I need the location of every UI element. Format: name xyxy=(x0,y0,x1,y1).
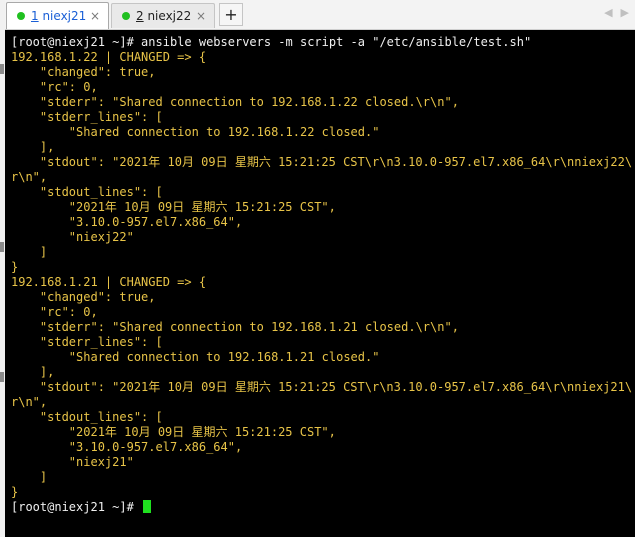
output-line: } xyxy=(11,260,19,274)
terminal-prompt-line[interactable]: [root@niexj21 ~]# xyxy=(11,500,635,515)
output-line: r\n", xyxy=(11,395,48,409)
output-line: r\n", xyxy=(11,170,48,184)
output-line: ], xyxy=(11,140,55,154)
output-line: "niexj22" xyxy=(11,230,134,244)
edge-fragment xyxy=(0,372,4,382)
new-tab-button[interactable]: + xyxy=(219,3,243,26)
close-tab-icon[interactable]: × xyxy=(88,9,102,23)
tab-scroll-controls: ◀ ▶ xyxy=(604,6,629,19)
output-line: "stdout": "2021年 10月 09日 星期六 15:21:25 CS… xyxy=(11,155,633,169)
terminal-lines: [root@niexj21 ~]# ansible webservers -m … xyxy=(11,35,635,500)
output-line: } xyxy=(11,485,19,499)
edge-fragment xyxy=(0,64,4,74)
scroll-tabs-right-icon[interactable]: ▶ xyxy=(621,6,629,19)
output-line: "stdout": "2021年 10月 09日 星期六 15:21:25 CS… xyxy=(11,380,633,394)
output-line: "stderr": "Shared connection to 192.168.… xyxy=(11,95,459,109)
output-line: "niexj21" xyxy=(11,455,134,469)
output-line: "stdout_lines": [ xyxy=(11,185,163,199)
output-line: "2021年 10月 09日 星期六 15:21:25 CST", xyxy=(11,425,336,439)
output-line: ], xyxy=(11,365,55,379)
command-line: [root@niexj21 ~]# ansible webservers -m … xyxy=(11,35,532,49)
output-line: ] xyxy=(11,245,48,259)
scroll-tabs-left-icon[interactable]: ◀ xyxy=(604,6,612,19)
tab-label: 2 niexj22 xyxy=(136,9,192,23)
output-line: "stdout_lines": [ xyxy=(11,410,163,424)
output-line: "Shared connection to 192.168.1.22 close… xyxy=(11,125,380,139)
output-line: "2021年 10月 09日 星期六 15:21:25 CST", xyxy=(11,200,336,214)
ssh-client-window: 1 niexj21 × 2 niexj22 × + ◀ ▶ [root@niex… xyxy=(0,0,635,537)
text-cursor xyxy=(143,500,152,513)
connected-status-icon xyxy=(17,12,25,20)
output-line: "changed": true, xyxy=(11,65,156,79)
output-line: 192.168.1.22 | CHANGED => { xyxy=(11,50,207,64)
tab-session-niexj22[interactable]: 2 niexj22 × xyxy=(111,3,215,28)
output-line: "stderr_lines": [ xyxy=(11,110,163,124)
session-tab-bar: 1 niexj21 × 2 niexj22 × + ◀ ▶ xyxy=(5,0,635,30)
edge-fragment xyxy=(0,242,4,252)
output-line: ] xyxy=(11,470,48,484)
output-line: "stderr": "Shared connection to 192.168.… xyxy=(11,320,459,334)
output-line: "changed": true, xyxy=(11,290,156,304)
tab-label: 1 niexj21 xyxy=(31,9,87,23)
tab-session-niexj21[interactable]: 1 niexj21 × xyxy=(6,2,109,29)
output-line: "rc": 0, xyxy=(11,80,98,94)
output-line: "Shared connection to 192.168.1.21 close… xyxy=(11,350,380,364)
terminal-output[interactable]: [root@niexj21 ~]# ansible webservers -m … xyxy=(5,30,635,537)
shell-prompt: [root@niexj21 ~]# xyxy=(11,500,142,514)
close-tab-icon[interactable]: × xyxy=(194,9,208,23)
output-line: "3.10.0-957.el7.x86_64", xyxy=(11,215,243,229)
connected-status-icon xyxy=(122,12,130,20)
output-line: "3.10.0-957.el7.x86_64", xyxy=(11,440,243,454)
output-line: 192.168.1.21 | CHANGED => { xyxy=(11,275,207,289)
output-line: "rc": 0, xyxy=(11,305,98,319)
output-line: "stderr_lines": [ xyxy=(11,335,163,349)
